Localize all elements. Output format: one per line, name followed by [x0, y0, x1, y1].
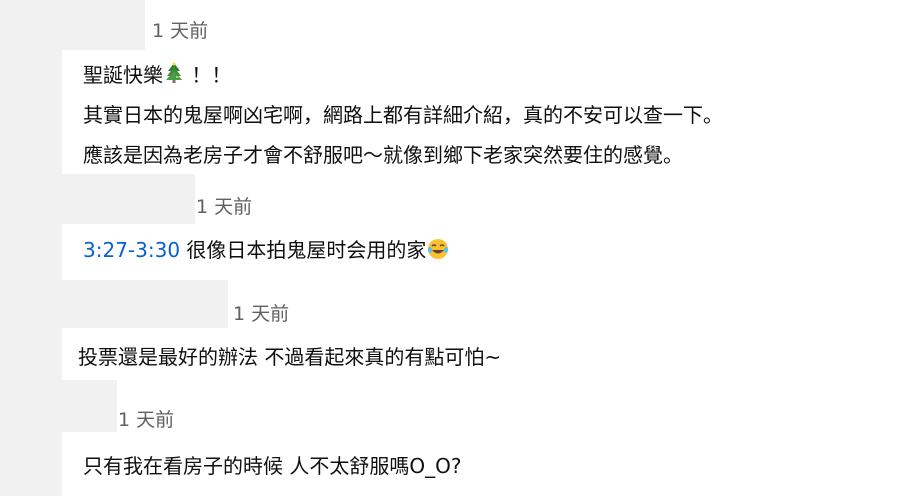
reply-indent: [62, 174, 195, 224]
comment-text-line: 只有我在看房子的時候 人不太舒服嗎O_O?: [83, 454, 462, 478]
comment-text: 聖誕快樂: [83, 63, 163, 87]
comment-text-line: 投票還是最好的辦法 不過看起來真的有點可怕~: [78, 345, 502, 369]
comment-timestamp[interactable]: 1 天前: [152, 19, 208, 43]
page-background-top: [0, 0, 145, 50]
comment-text-line: 應該是因為老房子才會不舒服吧～就像到鄉下老家突然要住的感覺。: [83, 143, 683, 167]
comment-text-line: 其實日本的鬼屋啊凶宅啊，網路上都有詳細介紹，真的不安可以查一下。: [83, 103, 723, 127]
comment-text-line: 聖誕快樂 ！！: [83, 61, 231, 91]
comment-timestamp[interactable]: 1 天前: [118, 408, 174, 432]
christmas-tree-icon: [165, 62, 183, 91]
comment-text: 很像日本拍鬼屋时会用的家: [180, 238, 427, 262]
reply-indent: [62, 380, 117, 432]
comment-text-line: 3:27-3:30 很像日本拍鬼屋时会用的家: [83, 236, 449, 267]
page-background-left: [0, 0, 62, 496]
comment-timestamp[interactable]: 1 天前: [196, 195, 252, 219]
comment-timestamp[interactable]: 1 天前: [233, 302, 289, 326]
comment-text: ！！: [185, 63, 232, 87]
reply-indent: [62, 280, 228, 328]
tears-of-joy-emoji-icon: [427, 238, 449, 267]
timestamp-link[interactable]: 3:27-3:30: [83, 238, 180, 262]
